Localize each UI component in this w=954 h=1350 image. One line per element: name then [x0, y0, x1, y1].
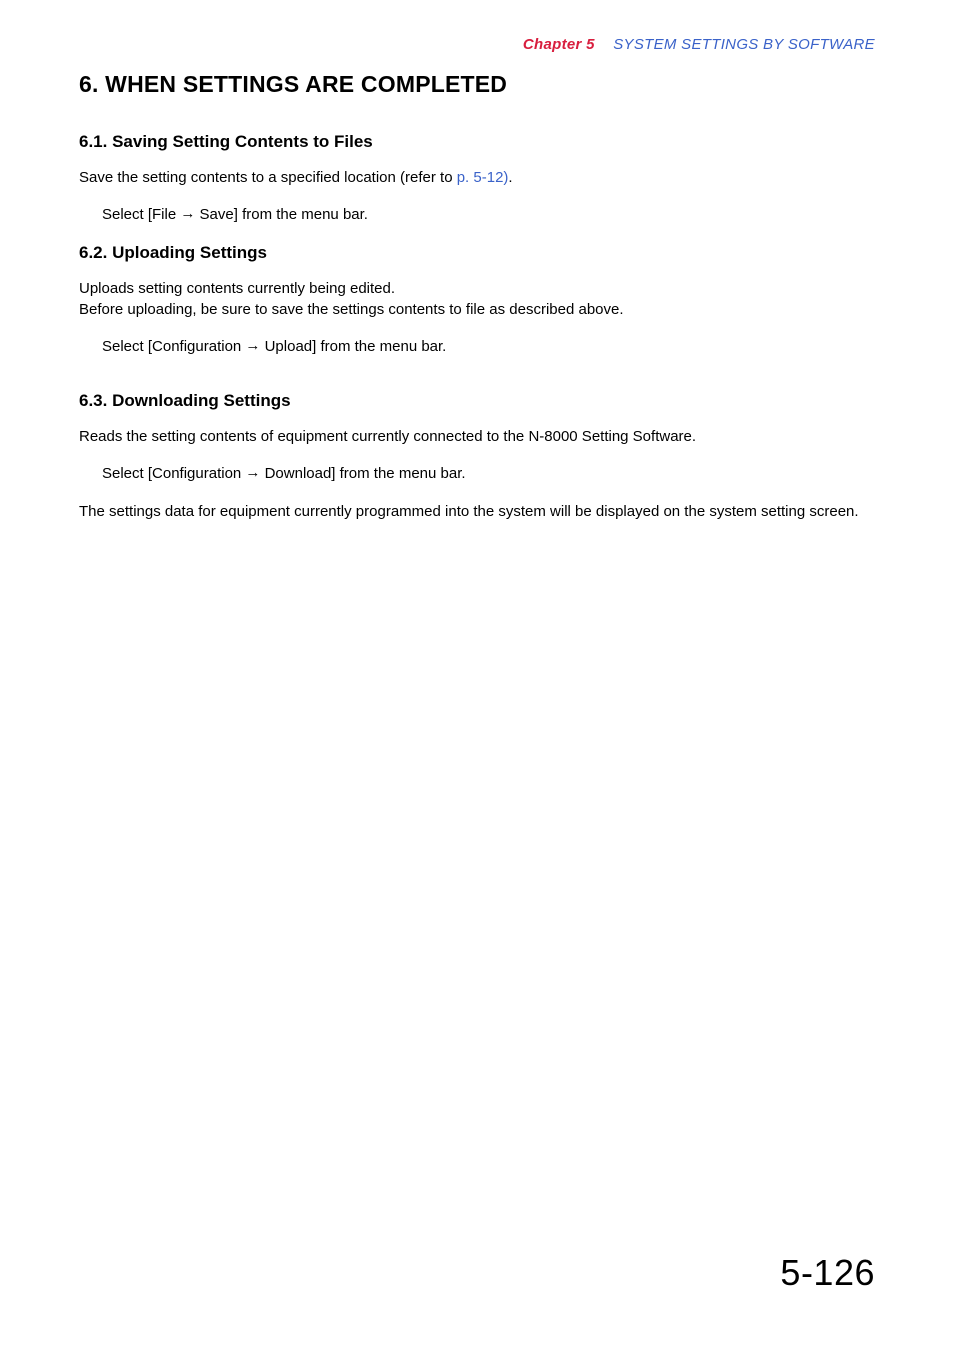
- text: Select [Configuration: [102, 338, 245, 355]
- section-title: 6. WHEN SETTINGS ARE COMPLETED: [79, 71, 875, 98]
- running-header: Chapter 5 SYSTEM SETTINGS BY SOFTWARE: [79, 36, 875, 53]
- section-6-2: 6.2. Uploading Settings Uploads setting …: [79, 243, 875, 355]
- arrow-icon: →: [245, 337, 260, 354]
- step-text: Select [File → Save] from the menu bar.: [102, 206, 875, 223]
- section-6-1: 6.1. Saving Setting Contents to Files Sa…: [79, 132, 875, 223]
- chapter-label: Chapter 5: [523, 36, 595, 53]
- text: Upload] from the menu bar.: [260, 338, 446, 355]
- page-number: 5-126: [780, 1252, 875, 1294]
- subsection-heading: 6.1. Saving Setting Contents to Files: [79, 132, 875, 152]
- body-text: Uploads setting contents currently being…: [79, 279, 875, 299]
- chapter-title: SYSTEM SETTINGS BY SOFTWARE: [613, 36, 875, 53]
- text: Download] from the menu bar.: [260, 465, 465, 482]
- text: Select [Configuration: [102, 465, 245, 482]
- step-text: Select [Configuration → Upload] from the…: [102, 338, 875, 355]
- arrow-icon: →: [245, 464, 260, 481]
- body-text: Reads the setting contents of equipment …: [79, 427, 875, 447]
- text: Save the setting contents to a specified…: [79, 169, 457, 186]
- section-6-3: 6.3. Downloading Settings Reads the sett…: [79, 391, 875, 523]
- page: Chapter 5 SYSTEM SETTINGS BY SOFTWARE 6.…: [0, 0, 954, 1350]
- arrow-icon: →: [180, 205, 195, 222]
- page-reference-link[interactable]: p. 5-12): [457, 169, 509, 186]
- text: Save] from the menu bar.: [195, 206, 368, 223]
- text: .: [508, 169, 512, 186]
- subsection-heading: 6.3. Downloading Settings: [79, 391, 875, 411]
- text: Select [File: [102, 206, 180, 223]
- body-text: Save the setting contents to a specified…: [79, 168, 875, 188]
- body-text: Before uploading, be sure to save the se…: [79, 300, 875, 320]
- step-text: Select [Configuration → Download] from t…: [102, 465, 875, 482]
- body-text: The settings data for equipment currentl…: [79, 502, 875, 522]
- subsection-heading: 6.2. Uploading Settings: [79, 243, 875, 263]
